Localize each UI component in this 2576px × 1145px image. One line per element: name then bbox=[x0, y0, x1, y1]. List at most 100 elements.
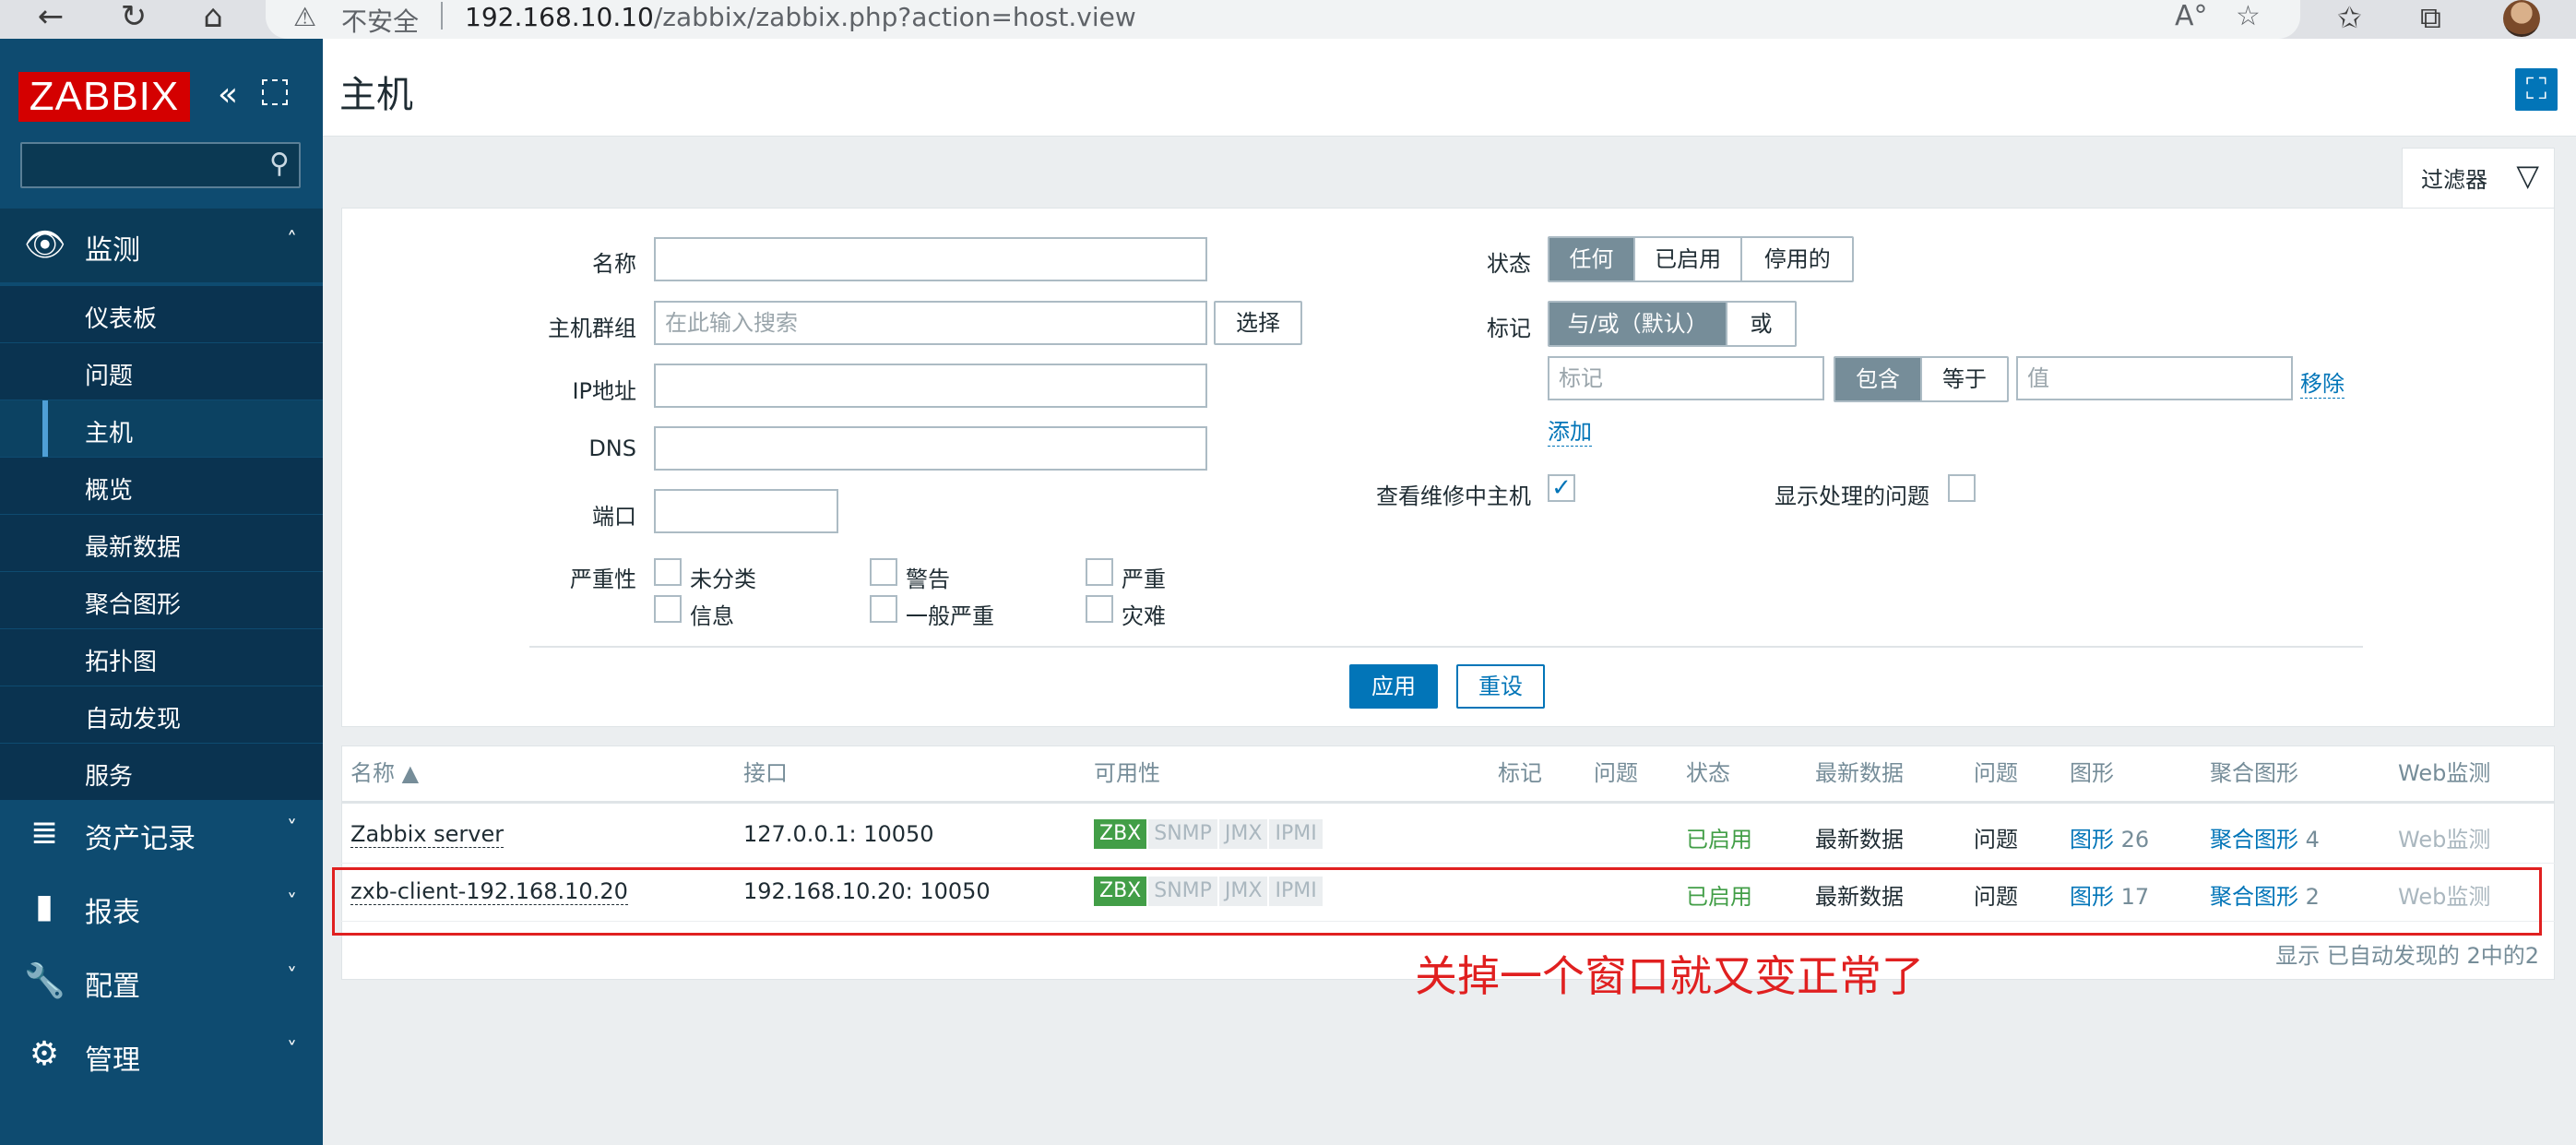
menu-monitoring[interactable]: 👁 监测 ˄ bbox=[0, 209, 323, 282]
remove-tag-link[interactable]: 移除 bbox=[2300, 365, 2345, 399]
sidebar-item-maps[interactable]: 拓扑图 bbox=[0, 629, 323, 686]
add-favorite-icon[interactable]: ☆ bbox=[2236, 0, 2261, 32]
search-icon[interactable]: ⚲ bbox=[269, 148, 290, 180]
sidebar-item-hosts[interactable]: 主机 bbox=[0, 400, 323, 458]
chevron-down-icon: ˅ bbox=[287, 1039, 297, 1062]
read-aloud-icon[interactable]: A° bbox=[2175, 0, 2208, 32]
column-header-availability: 可用性 bbox=[1094, 760, 1160, 786]
tag-name-input[interactable]: 标记 bbox=[1548, 356, 1824, 400]
sidebar-search-input[interactable]: ⚲ bbox=[20, 142, 301, 188]
address-bar[interactable]: ⚠ 不安全 192.168.10.10/zabbix/zabbix.php?ac… bbox=[266, 0, 2300, 39]
bar-chart-icon: ▮ bbox=[35, 888, 53, 925]
latest-data-link[interactable]: 最新数据 bbox=[1815, 821, 1904, 853]
ipmi-badge: IPMI bbox=[1269, 819, 1323, 849]
url-host: 192.168.10.10 bbox=[465, 2, 654, 32]
column-header-latest-data: 最新数据 bbox=[1815, 760, 1904, 786]
select-hostgroup-button[interactable]: 选择 bbox=[1214, 301, 1302, 345]
collections-icon[interactable]: ⧉ bbox=[2420, 0, 2441, 36]
severity-not-classified-checkbox[interactable] bbox=[654, 558, 682, 586]
problems-link[interactable]: 问题 bbox=[1974, 821, 2018, 853]
host-status[interactable]: 已启用 bbox=[1686, 821, 1752, 853]
sidebar-item-discovery[interactable]: 自动发现 bbox=[0, 686, 323, 744]
list-icon: ≣ bbox=[30, 814, 59, 852]
maintenance-checkbox[interactable]: ✓ bbox=[1548, 474, 1575, 502]
url-text[interactable]: 192.168.10.10/zabbix/zabbix.php?action=h… bbox=[465, 2, 1136, 32]
menu-administration-label: 管理 bbox=[85, 1044, 140, 1077]
reload-icon[interactable]: ↻ bbox=[109, 0, 159, 39]
sidebar-item-problems[interactable]: 问题 bbox=[0, 343, 323, 400]
tag-match-contains-option[interactable]: 包含 bbox=[1835, 358, 1922, 400]
port-input[interactable] bbox=[654, 489, 838, 533]
kiosk-mode-icon[interactable] bbox=[262, 79, 288, 105]
favorites-icon[interactable]: ✩ bbox=[2337, 0, 2362, 35]
column-header-name[interactable]: 名称 ▲ bbox=[350, 755, 419, 787]
ip-input[interactable] bbox=[654, 364, 1207, 408]
status-any-option[interactable]: 任何 bbox=[1549, 238, 1635, 280]
tag-operator-or-option[interactable]: 或 bbox=[1727, 303, 1795, 345]
profile-avatar[interactable] bbox=[2503, 0, 2540, 37]
severity-warning-checkbox[interactable] bbox=[870, 558, 897, 586]
severity-disaster-label: 灾难 bbox=[1122, 603, 1166, 629]
header-divider bbox=[341, 801, 2555, 804]
severity-high-checkbox[interactable] bbox=[1086, 558, 1113, 586]
home-icon[interactable]: ⌂ bbox=[188, 0, 238, 39]
severity-average-checkbox[interactable] bbox=[870, 595, 897, 623]
name-input[interactable] bbox=[654, 237, 1207, 281]
dns-input[interactable] bbox=[654, 426, 1207, 471]
fullscreen-icon: ⛶ bbox=[2525, 71, 2547, 106]
tag-value-input[interactable]: 值 bbox=[2016, 356, 2293, 400]
menu-inventory[interactable]: ≣ 资产记录 ˅ bbox=[0, 797, 323, 871]
collapse-sidebar-icon[interactable]: « bbox=[218, 76, 238, 113]
suppressed-problems-checkbox[interactable] bbox=[1948, 474, 1976, 502]
sidebar-item-dashboard[interactable]: 仪表板 bbox=[0, 286, 323, 343]
menu-monitoring-label: 监测 bbox=[85, 234, 140, 267]
severity-disaster-checkbox[interactable] bbox=[1086, 595, 1113, 623]
graphs-link[interactable]: 图形 bbox=[2070, 827, 2114, 853]
filter-divider bbox=[529, 646, 2363, 648]
column-header-screens: 聚合图形 bbox=[2210, 760, 2298, 786]
hostgroup-input[interactable]: 在此输入搜索 bbox=[654, 301, 1207, 345]
sidebar-item-label: 服务 bbox=[85, 763, 134, 791]
column-header-graphs: 图形 bbox=[2070, 760, 2114, 786]
page-header: 主机 ⛶ bbox=[323, 39, 2576, 137]
tag-operator-andor-option[interactable]: 与/或（默认） bbox=[1549, 303, 1728, 345]
status-segmented-control: 任何 已启用 停用的 bbox=[1548, 236, 1854, 282]
zbx-badge[interactable]: ZBX bbox=[1094, 819, 1147, 849]
add-tag-link[interactable]: 添加 bbox=[1548, 413, 1592, 447]
sidebar-item-label: 仪表板 bbox=[85, 305, 158, 333]
sidebar-item-screens[interactable]: 聚合图形 bbox=[0, 572, 323, 629]
host-interface: 127.0.0.1: 10050 bbox=[743, 821, 934, 847]
screens-cell: 聚合图形 4 bbox=[2210, 821, 2320, 853]
status-enabled-option[interactable]: 已启用 bbox=[1634, 238, 1743, 280]
tag-match-equals-option[interactable]: 等于 bbox=[1922, 358, 2007, 400]
sidebar-item-label: 问题 bbox=[85, 363, 134, 390]
screens-link[interactable]: 聚合图形 bbox=[2210, 827, 2298, 853]
filter-tab[interactable]: 过滤器 ▽ bbox=[2402, 148, 2555, 209]
reset-button[interactable]: 重设 bbox=[1456, 664, 1545, 709]
menu-reports-label: 报表 bbox=[85, 897, 140, 929]
menu-reports[interactable]: ▮ 报表 ˅ bbox=[0, 871, 323, 945]
table-footer-count: 显示 已自动发现的 2中的2 bbox=[2275, 943, 2539, 969]
severity-information-checkbox[interactable] bbox=[654, 595, 682, 623]
menu-administration[interactable]: ⚙ 管理 ˅ bbox=[0, 1019, 323, 1092]
sidebar-item-overview[interactable]: 概览 bbox=[0, 458, 323, 515]
column-header-tags: 标记 bbox=[1498, 760, 1542, 786]
severity-information-label: 信息 bbox=[690, 603, 734, 629]
apply-button[interactable]: 应用 bbox=[1349, 664, 1438, 709]
hostgroup-label: 主机群组 bbox=[548, 316, 636, 341]
severity-label: 严重性 bbox=[570, 567, 636, 592]
host-name-link[interactable]: Zabbix server bbox=[350, 821, 505, 848]
sidebar-item-label: 自动发现 bbox=[85, 706, 182, 734]
back-icon[interactable]: ← bbox=[26, 0, 76, 39]
graphs-cell: 图形 26 bbox=[2070, 821, 2149, 853]
menu-configuration[interactable]: 🔧 配置 ˅ bbox=[0, 945, 323, 1019]
sidebar-item-label: 最新数据 bbox=[85, 534, 182, 562]
column-header-status[interactable]: 状态 bbox=[1686, 755, 1730, 787]
insecure-label[interactable]: 不安全 bbox=[341, 2, 419, 39]
zabbix-logo[interactable]: ZABBIX bbox=[18, 72, 190, 122]
sidebar-item-services[interactable]: 服务 bbox=[0, 744, 323, 801]
status-disabled-option[interactable]: 停用的 bbox=[1742, 238, 1852, 280]
sidebar-item-latest-data[interactable]: 最新数据 bbox=[0, 515, 323, 572]
suppressed-problems-label: 显示处理的问题 bbox=[1775, 483, 1929, 509]
fullscreen-button[interactable]: ⛶ bbox=[2515, 68, 2558, 111]
